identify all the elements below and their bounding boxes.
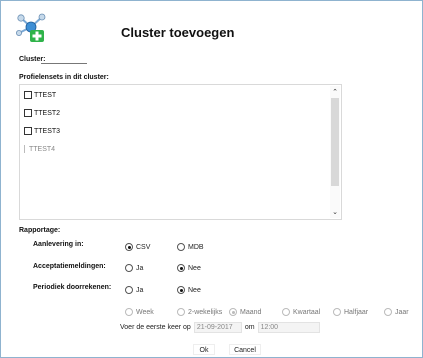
first-run-date-input[interactable]: 21-09-2017 xyxy=(193,322,242,333)
frequency-option-quarter[interactable]: Kwartaal xyxy=(282,308,320,316)
radio-button[interactable] xyxy=(177,286,185,294)
radio-button[interactable] xyxy=(125,243,133,251)
frequency-option-month[interactable]: Maand xyxy=(229,308,261,316)
first-run-mid: om xyxy=(244,324,255,331)
periodic-option-nee[interactable]: Nee xyxy=(177,286,201,294)
frequency-option-week[interactable]: Week xyxy=(125,308,154,316)
option-label: Week xyxy=(136,308,154,316)
list-scrollbar[interactable]: ⌃ ⌄ xyxy=(330,86,340,218)
ok-button[interactable]: Ok xyxy=(193,344,215,355)
option-label: Jaar xyxy=(395,308,409,316)
option-label: CSV xyxy=(136,243,151,251)
list-item-label: TTEST3 xyxy=(34,127,61,135)
cluster-label: Cluster: xyxy=(19,56,46,63)
option-label: MDB xyxy=(188,243,204,251)
cluster-input[interactable] xyxy=(41,63,87,64)
chevron-up-icon[interactable]: ⌃ xyxy=(330,88,340,98)
first-run-row: Voer de eerste keer op 21-09-2017 om 12:… xyxy=(120,322,323,333)
profile-checkbox[interactable] xyxy=(24,91,32,99)
delivery-label: Aanlevering in: xyxy=(33,241,84,248)
chevron-down-icon[interactable]: ⌄ xyxy=(330,208,340,218)
radio-button[interactable] xyxy=(282,308,290,316)
profile-checkbox[interactable] xyxy=(24,145,27,153)
option-label: Nee xyxy=(188,286,201,294)
radio-button[interactable] xyxy=(177,264,185,272)
delivery-option-mdb[interactable]: MDB xyxy=(177,243,204,251)
radio-button[interactable] xyxy=(229,308,237,316)
report-section-label: Rapportage: xyxy=(19,227,61,234)
radio-button[interactable] xyxy=(384,308,392,316)
delivery-option-csv[interactable]: CSV xyxy=(125,243,150,251)
dialog-title: Cluster toevoegen xyxy=(121,25,235,40)
option-label: Nee xyxy=(188,264,201,272)
option-label: Maand xyxy=(240,308,262,316)
radio-button[interactable] xyxy=(177,308,185,316)
periodic-label: Periodiek doorrekenen: xyxy=(33,284,112,291)
list-item-label: TTEST4 xyxy=(29,145,56,153)
profiles-label: Profielensets in dit cluster: xyxy=(19,74,109,81)
profiles-list[interactable]: TTEST TTEST2 TTEST3 TTEST4 ⌃ ⌄ xyxy=(19,84,342,220)
option-label: Kwartaal xyxy=(293,308,321,316)
frequency-option-halfyear[interactable]: Halfjaar xyxy=(333,308,368,316)
radio-button[interactable] xyxy=(125,264,133,272)
profile-checkbox[interactable] xyxy=(24,109,32,117)
first-run-prefix: Voer de eerste keer op xyxy=(120,324,191,331)
profile-checkbox[interactable] xyxy=(24,127,32,135)
cancel-button[interactable]: Cancel xyxy=(229,344,261,355)
scroll-thumb[interactable] xyxy=(331,98,339,186)
acceptance-label: Acceptatiemeldingen: xyxy=(33,263,106,270)
radio-button[interactable] xyxy=(333,308,341,316)
frequency-option-year[interactable]: Jaar xyxy=(384,308,409,316)
periodic-option-ja[interactable]: Ja xyxy=(125,286,143,294)
acceptance-option-ja[interactable]: Ja xyxy=(125,264,143,272)
list-item[interactable]: TTEST xyxy=(24,90,56,100)
list-item[interactable]: TTEST4 xyxy=(24,144,55,154)
first-run-time-input[interactable]: 12:00 xyxy=(257,322,320,333)
radio-button[interactable] xyxy=(125,286,133,294)
option-label: Ja xyxy=(136,286,144,294)
option-label: Halfjaar xyxy=(344,308,369,316)
frequency-option-2-weekly[interactable]: 2-wekelijks xyxy=(177,308,222,316)
radio-button[interactable] xyxy=(177,243,185,251)
option-label: Ja xyxy=(136,264,144,272)
radio-button[interactable] xyxy=(125,308,133,316)
cluster-plus-icon xyxy=(16,13,46,42)
acceptance-option-nee[interactable]: Nee xyxy=(177,264,201,272)
list-item-label: TTEST2 xyxy=(34,109,61,117)
list-item[interactable]: TTEST3 xyxy=(24,126,60,136)
list-item-label: TTEST xyxy=(34,91,57,99)
list-item[interactable]: TTEST2 xyxy=(24,108,60,118)
option-label: 2-wekelijks xyxy=(188,308,223,316)
